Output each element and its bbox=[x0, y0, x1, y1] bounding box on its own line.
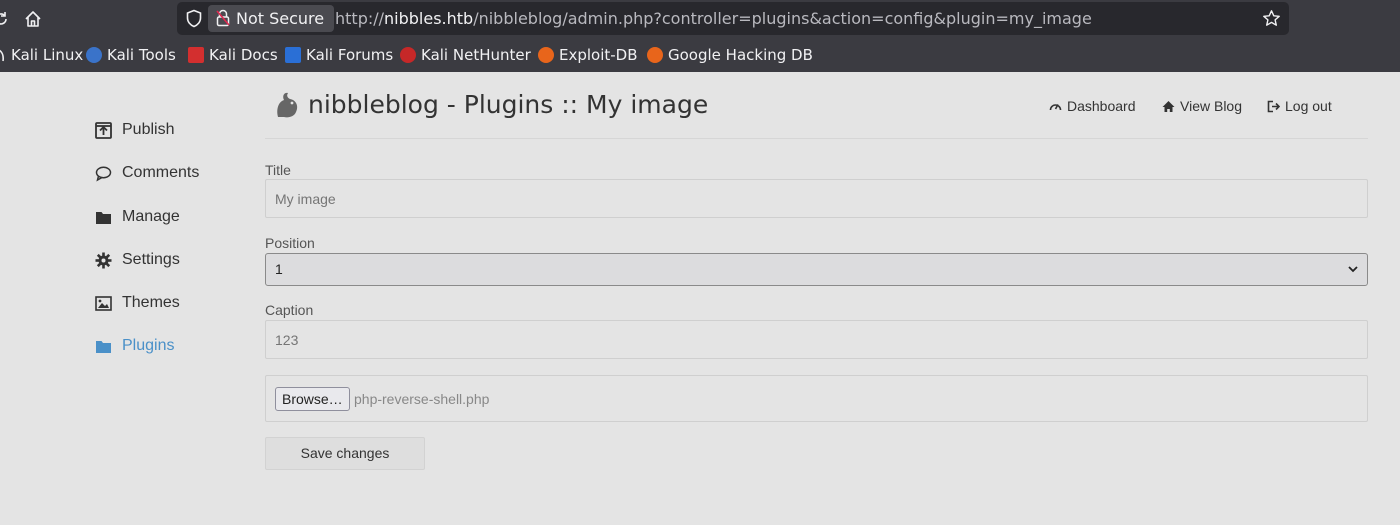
bookmark-google-hacking-db[interactable]: Google Hacking DB bbox=[647, 44, 813, 66]
sidebar-item-manage[interactable]: Manage bbox=[95, 205, 180, 229]
ghdb-icon bbox=[647, 47, 663, 63]
kali-tools-icon bbox=[86, 47, 102, 63]
url-prefix: http:// bbox=[335, 9, 385, 28]
bookmark-label: Kali Docs bbox=[209, 46, 278, 64]
bookmark-kali-docs[interactable]: Kali Docs bbox=[188, 44, 278, 66]
bookmark-kali-tools[interactable]: Kali Tools bbox=[86, 44, 176, 66]
url-path: /nibbleblog/admin.php?controller=plugins… bbox=[473, 9, 1092, 28]
sidebar-item-label: Themes bbox=[122, 294, 180, 311]
image-icon bbox=[95, 295, 112, 311]
bookmark-kali-nethunter[interactable]: Kali NetHunter bbox=[400, 44, 531, 66]
star-icon[interactable] bbox=[1262, 9, 1281, 28]
sidebar-item-label: Plugins bbox=[122, 337, 175, 354]
not-secure-badge[interactable]: Not Secure bbox=[208, 5, 335, 32]
reload-button[interactable] bbox=[0, 6, 14, 32]
bookmarks-bar: Kali Linux Kali Tools Kali Docs Kali For… bbox=[0, 40, 1400, 70]
browser-chrome: Not Secure http://nibbles.htb/nibbleblog… bbox=[0, 0, 1400, 72]
logout-icon bbox=[1267, 100, 1280, 112]
logout-label: Log out bbox=[1285, 98, 1332, 114]
save-changes-button[interactable]: Save changes bbox=[265, 437, 425, 470]
home-icon bbox=[25, 11, 41, 27]
sidebar-item-settings[interactable]: Settings bbox=[95, 248, 180, 272]
dashboard-label: Dashboard bbox=[1067, 98, 1136, 114]
url-text[interactable]: http://nibbles.htb/nibbleblog/admin.php?… bbox=[335, 2, 1092, 35]
bookmark-label: Google Hacking DB bbox=[668, 46, 813, 64]
kali-forums-icon bbox=[285, 47, 301, 63]
bookmark-label: Kali Forums bbox=[306, 46, 394, 64]
folder-open-icon bbox=[96, 340, 111, 353]
sidebar-item-publish[interactable]: Publish bbox=[95, 118, 174, 142]
exploit-db-icon bbox=[538, 47, 554, 63]
sidebar-item-comments[interactable]: Comments bbox=[95, 161, 199, 185]
bookmark-label: Kali Tools bbox=[107, 46, 176, 64]
chevron-down-icon bbox=[1348, 266, 1358, 273]
sidebar-item-label: Manage bbox=[122, 208, 180, 225]
title-input[interactable] bbox=[265, 179, 1368, 218]
title-label: Title bbox=[265, 162, 291, 178]
address-bar[interactable]: Not Secure http://nibbles.htb/nibbleblog… bbox=[177, 2, 1289, 35]
kali-icon bbox=[0, 49, 4, 62]
browser-toolbar: Not Secure http://nibbles.htb/nibbleblog… bbox=[0, 0, 1400, 38]
sidebar-item-label: Settings bbox=[122, 251, 180, 268]
bookmark-label: Kali NetHunter bbox=[421, 46, 531, 64]
sidebar-item-label: Comments bbox=[122, 164, 200, 181]
bookmark-label: Exploit-DB bbox=[559, 46, 638, 64]
shield-icon[interactable] bbox=[185, 9, 203, 28]
file-upload-field: Browse… php-reverse-shell.php bbox=[265, 375, 1368, 422]
kali-docs-icon bbox=[188, 47, 204, 63]
logout-link[interactable]: Log out bbox=[1267, 98, 1332, 114]
not-secure-label: Not Secure bbox=[236, 9, 325, 28]
bookmark-kali-linux[interactable]: Kali Linux bbox=[0, 44, 83, 66]
insecure-lock-icon bbox=[216, 9, 230, 27]
page-title: nibbleblog - Plugins :: My image bbox=[308, 90, 709, 119]
browse-button[interactable]: Browse… bbox=[275, 387, 350, 411]
position-select[interactable]: 1 bbox=[265, 253, 1368, 286]
sidebar-item-label: Publish bbox=[122, 121, 175, 138]
nethunter-icon bbox=[400, 47, 416, 63]
sidebar-item-themes[interactable]: Themes bbox=[95, 291, 180, 315]
publish-icon bbox=[95, 121, 112, 139]
position-selected-value: 1 bbox=[275, 261, 283, 277]
nibbleblog-logo bbox=[277, 92, 298, 118]
dashboard-link[interactable]: Dashboard bbox=[1049, 98, 1136, 114]
bookmark-kali-forums[interactable]: Kali Forums bbox=[285, 44, 393, 66]
view-blog-label: View Blog bbox=[1180, 98, 1243, 114]
position-label: Position bbox=[265, 235, 315, 251]
reload-icon bbox=[0, 12, 7, 25]
header-divider bbox=[265, 138, 1368, 139]
dashboard-icon bbox=[1049, 103, 1062, 110]
selected-file-name: php-reverse-shell.php bbox=[354, 391, 490, 407]
folder-icon bbox=[96, 211, 111, 224]
caption-input[interactable] bbox=[265, 320, 1368, 359]
admin-page: Publish Comments Manage Settings Themes … bbox=[0, 72, 1400, 525]
comments-icon bbox=[95, 166, 112, 181]
home-icon bbox=[1162, 100, 1175, 112]
caption-label: Caption bbox=[265, 302, 314, 318]
view-blog-link[interactable]: View Blog bbox=[1162, 98, 1242, 114]
home-button[interactable] bbox=[20, 6, 46, 32]
url-host: nibbles.htb bbox=[384, 9, 474, 28]
bookmark-label: Kali Linux bbox=[11, 46, 84, 64]
sidebar-item-plugins[interactable]: Plugins bbox=[95, 334, 174, 358]
gear-icon bbox=[95, 252, 112, 268]
bookmark-exploit-db[interactable]: Exploit-DB bbox=[538, 44, 638, 66]
